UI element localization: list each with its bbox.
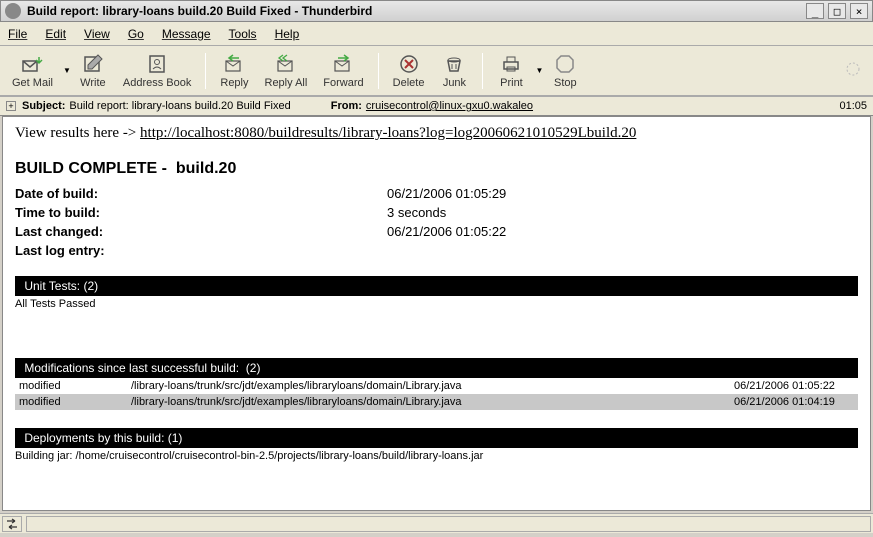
stop-button[interactable]: Stop — [545, 51, 585, 91]
unit-tests-header: Unit Tests: (2) — [15, 276, 858, 296]
subject-label: Subject: — [22, 100, 65, 112]
message-body: View results here -> http://localhost:80… — [2, 116, 871, 511]
replyall-icon — [275, 53, 297, 75]
mod-path: /library-loans/trunk/src/jdt/examples/li… — [127, 378, 730, 394]
delete-icon — [398, 53, 420, 75]
stop-icon — [554, 53, 576, 75]
reply-button[interactable]: Reply — [214, 51, 254, 91]
print-dropdown[interactable]: ▼ — [535, 66, 543, 75]
app-icon — [5, 3, 21, 19]
from-label: From: — [331, 100, 362, 112]
menu-help[interactable]: Help — [275, 27, 300, 41]
table-row: modified /library-loans/trunk/src/jdt/ex… — [15, 394, 858, 410]
results-link[interactable]: http://localhost:8080/buildresults/libra… — [140, 125, 636, 141]
deployments-body: Building jar: /home/cruisecontrol/cruise… — [15, 450, 858, 462]
toolbar-separator — [378, 53, 379, 89]
getmail-dropdown[interactable]: ▼ — [63, 66, 71, 75]
view-results-prefix: View results here -> — [15, 125, 140, 141]
write-button[interactable]: Write — [73, 51, 113, 91]
build-complete-heading: BUILD COMPLETE - build.20 — [15, 160, 858, 178]
write-icon — [82, 53, 104, 75]
mod-status: modified — [15, 378, 127, 394]
junk-button[interactable]: Junk — [434, 51, 474, 91]
replyall-button[interactable]: Reply All — [259, 51, 314, 91]
window-title: Build report: library-loans build.20 Bui… — [27, 4, 806, 18]
addressbook-icon — [146, 53, 168, 75]
info-value: 06/21/2006 01:05:29 — [387, 186, 506, 201]
menu-go[interactable]: Go — [128, 27, 144, 41]
status-text — [26, 516, 871, 532]
getmail-icon — [21, 53, 43, 75]
print-button[interactable]: Print — [491, 51, 531, 91]
close-button[interactable]: × — [850, 3, 868, 19]
menu-message[interactable]: Message — [162, 27, 211, 41]
modifications-table: modified /library-loans/trunk/src/jdt/ex… — [15, 378, 858, 410]
maximize-button[interactable]: □ — [828, 3, 846, 19]
throbber-icon — [845, 61, 861, 80]
info-label: Time to build: — [15, 205, 387, 220]
toolbar-separator — [205, 53, 206, 89]
from-value[interactable]: cruisecontrol@linux-gxu0.wakaleo — [366, 100, 533, 112]
forward-icon — [332, 53, 354, 75]
statusbar — [0, 513, 873, 533]
status-indicator-icon[interactable] — [2, 516, 22, 532]
deployments-header: Deployments by this build: (1) — [15, 428, 858, 448]
info-value: 3 seconds — [387, 205, 446, 220]
getmail-button[interactable]: Get Mail — [6, 51, 59, 91]
window-titlebar: Build report: library-loans build.20 Bui… — [0, 0, 873, 22]
modifications-header: Modifications since last successful buil… — [15, 358, 858, 378]
toolbar: Get Mail ▼ Write Address Book Reply — [0, 46, 873, 96]
forward-button[interactable]: Forward — [317, 51, 369, 91]
delete-button[interactable]: Delete — [387, 51, 431, 91]
info-label: Date of build: — [15, 186, 387, 201]
mod-path: /library-loans/trunk/src/jdt/examples/li… — [127, 394, 730, 410]
mod-date: 06/21/2006 01:04:19 — [730, 394, 858, 410]
message-header: + Subject: Build report: library-loans b… — [0, 96, 873, 116]
subject-value: Build report: library-loans build.20 Bui… — [69, 100, 290, 112]
menubar: File Edit View Go Message Tools Help — [0, 22, 873, 46]
info-label: Last changed: — [15, 224, 387, 239]
unit-tests-body: All Tests Passed — [15, 298, 858, 310]
mod-date: 06/21/2006 01:05:22 — [730, 378, 858, 394]
menu-tools[interactable]: Tools — [229, 27, 257, 41]
expand-header-button[interactable]: + — [6, 101, 16, 111]
toolbar-separator — [482, 53, 483, 89]
menu-file[interactable]: File — [8, 27, 27, 41]
time-value: 01:05 — [839, 100, 867, 112]
build-info-table: Date of build:06/21/2006 01:05:29 Time t… — [15, 186, 858, 258]
table-row: modified /library-loans/trunk/src/jdt/ex… — [15, 378, 858, 394]
mod-status: modified — [15, 394, 127, 410]
info-label: Last log entry: — [15, 243, 387, 258]
menu-edit[interactable]: Edit — [45, 27, 66, 41]
reply-icon — [223, 53, 245, 75]
junk-icon — [443, 53, 465, 75]
menu-view[interactable]: View — [84, 27, 110, 41]
addressbook-button[interactable]: Address Book — [117, 51, 197, 91]
info-value: 06/21/2006 01:05:22 — [387, 224, 506, 239]
print-icon — [500, 53, 522, 75]
minimize-button[interactable]: _ — [806, 3, 824, 19]
